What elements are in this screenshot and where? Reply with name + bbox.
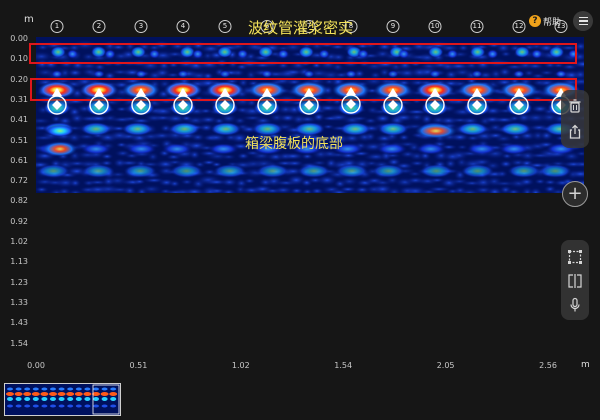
- depth-tick-label: 1.33: [10, 297, 28, 307]
- channel-marker[interactable]: 11: [470, 20, 484, 33]
- add-icon: +: [567, 183, 583, 204]
- radar-viewer: m 0.00 0.10 0.20 0.31 0.41 0.51 0.61 0.72 0.82 0.…: [0, 0, 600, 420]
- channel-marker[interactable]: 4: [176, 20, 190, 33]
- channel-marker[interactable]: 9: [386, 20, 400, 33]
- select-box-icon: [568, 250, 582, 264]
- distance-tick-label: 0.00: [27, 361, 45, 370]
- depth-tick-label: 0.10: [10, 54, 28, 64]
- depth-unit-label: m: [24, 14, 34, 25]
- distance-unit-label: m: [581, 360, 590, 370]
- depth-tick-label: 1.43: [10, 318, 28, 328]
- distance-tick-label: 1.54: [334, 361, 353, 370]
- depth-tick-label: 0.20: [10, 74, 28, 84]
- overview-thumbnail[interactable]: [4, 383, 121, 416]
- channel-marker[interactable]: 5: [218, 20, 232, 33]
- web-bottom-annotation: 箱梁腹板的底部: [245, 136, 343, 152]
- menu-button[interactable]: [573, 11, 593, 31]
- question-icon: ?: [529, 15, 541, 27]
- add-button[interactable]: +: [562, 181, 588, 207]
- distance-tick-label: 0.51: [129, 361, 148, 370]
- depth-tick-label: 1.13: [10, 257, 28, 267]
- depth-tick-label: 0.92: [10, 216, 28, 226]
- target-marker[interactable]: [297, 88, 321, 118]
- distance-tick-label: 2.05: [436, 361, 455, 370]
- edit-tool-panel: [561, 90, 589, 148]
- empty-scan-area: [36, 193, 584, 356]
- channel-marker[interactable]: 2: [92, 20, 106, 33]
- depth-tick-label: 1.23: [10, 277, 28, 287]
- overview-graphic: [5, 384, 120, 415]
- depth-tick-label: 0.72: [10, 176, 28, 186]
- depth-tick-label: 0.00: [10, 34, 28, 43]
- distance-tick-label: 1.02: [231, 361, 250, 370]
- depth-tick-label: 0.61: [10, 155, 28, 165]
- target-marker[interactable]: [213, 88, 237, 118]
- trash-icon: [569, 99, 581, 113]
- channel-marker[interactable]: 12: [512, 20, 526, 33]
- voice-note-button[interactable]: [566, 296, 584, 314]
- delete-button[interactable]: [566, 97, 584, 115]
- depth-tick-label: 1.54: [10, 338, 28, 348]
- channel-marker[interactable]: 10: [428, 20, 442, 33]
- share-button[interactable]: [566, 123, 584, 141]
- target-marker[interactable]: [465, 88, 489, 118]
- share-icon: [569, 124, 581, 139]
- target-marker[interactable]: [423, 88, 447, 118]
- view-tool-panel: [561, 240, 589, 320]
- channel-marker[interactable]: 1: [50, 20, 64, 33]
- depth-tick-label: 0.41: [10, 115, 28, 125]
- menu-icon: [578, 16, 588, 26]
- target-marker[interactable]: [87, 88, 111, 118]
- depth-tick-label: 1.02: [10, 237, 28, 246]
- target-marker[interactable]: [381, 88, 405, 118]
- microphone-icon: [570, 297, 580, 312]
- depth-tick-label: 0.82: [10, 196, 28, 206]
- duct-highlight-box: [29, 43, 577, 64]
- select-region-button[interactable]: [566, 248, 584, 266]
- target-marker[interactable]: [507, 88, 531, 118]
- depth-tick-label: 0.31: [10, 94, 28, 104]
- target-marker[interactable]: [45, 88, 69, 118]
- target-marker[interactable]: [129, 88, 153, 118]
- target-marker[interactable]: [255, 88, 279, 118]
- channel-marker[interactable]: 3: [134, 20, 148, 33]
- help-button[interactable]: ? 帮助: [529, 14, 561, 28]
- target-marker[interactable]: [171, 88, 195, 118]
- duct-grouting-annotation: 波纹管灌浆密实: [248, 19, 354, 37]
- target-marker[interactable]: [339, 87, 363, 117]
- split-view-icon: [568, 274, 582, 288]
- split-view-button[interactable]: [566, 272, 584, 290]
- depth-tick-label: 0.51: [10, 135, 28, 145]
- help-label: 帮助: [543, 17, 562, 28]
- distance-tick-label: 2.56: [539, 361, 557, 370]
